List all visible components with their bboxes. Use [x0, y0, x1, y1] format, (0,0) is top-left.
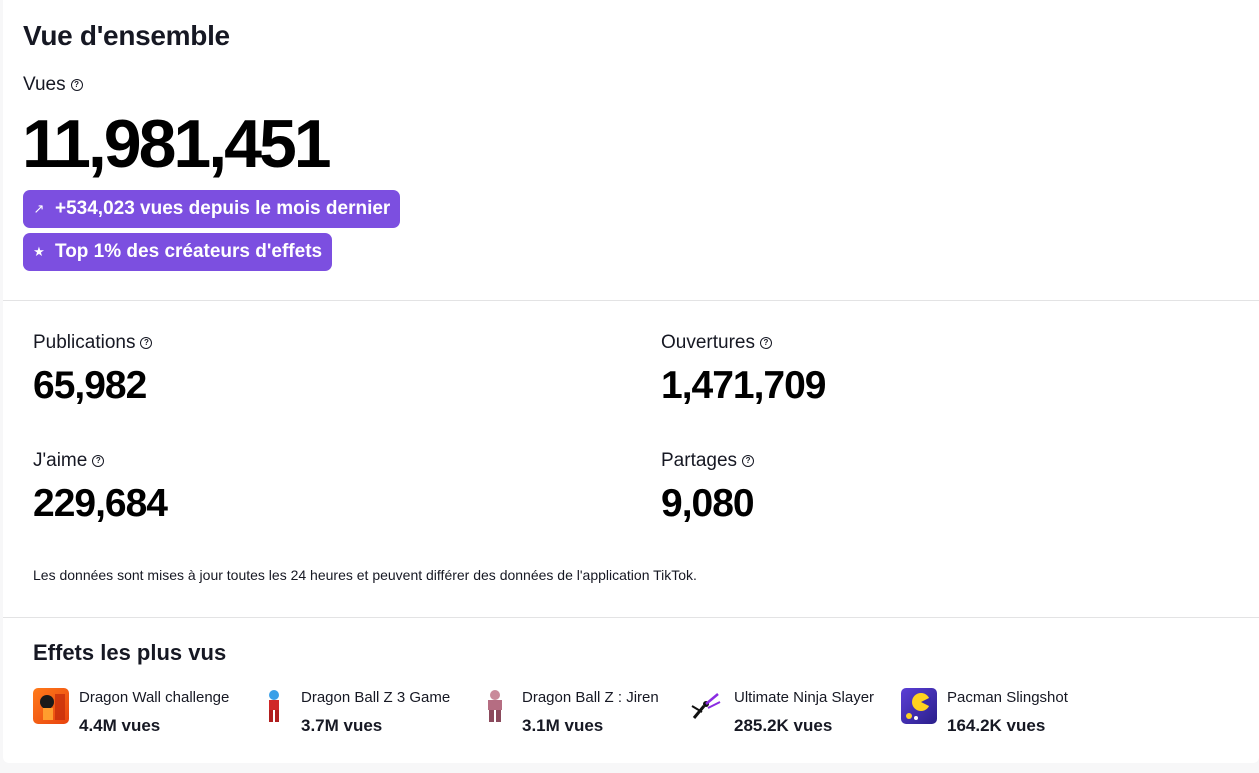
help-icon[interactable]: ? — [140, 337, 153, 349]
growth-badge: ↗ +534,023 vues depuis le mois dernier — [23, 190, 401, 228]
effect-views: 285.2K vues — [734, 716, 833, 735]
effect-name: Ultimate Ninja Slayer — [734, 689, 875, 706]
effect-views: 164.2K vues — [947, 716, 1046, 735]
top-effects-title: Effets les plus vus — [33, 640, 227, 665]
rank-badge-text: Top 1% des créateurs d'effets — [55, 241, 323, 262]
page-title: Vue d'ensemble — [23, 20, 230, 51]
overview-card: Vue d'ensemble Vues ? 11,981,451 ↗ +534,… — [3, 0, 1259, 763]
growth-badge-text: +534,023 vues depuis le mois dernier — [55, 198, 391, 219]
effect-name: Dragon Ball Z 3 Game — [301, 689, 451, 706]
help-icon[interactable]: ? — [92, 455, 105, 467]
top-effects-list: Dragon Wall challenge 4.4M vues Dragon B… — [33, 688, 1101, 736]
stat-value: 229,684 — [33, 482, 168, 525]
help-icon[interactable]: ? — [70, 79, 83, 91]
views-label-row: Vues ? — [23, 74, 83, 96]
stat-value: 65,982 — [33, 364, 147, 407]
effect-name: Dragon Wall challenge — [79, 689, 230, 706]
effect-thumbnail — [478, 688, 512, 724]
help-icon[interactable]: ? — [742, 455, 755, 467]
effect-views: 4.4M vues — [79, 716, 161, 735]
effect-item[interactable]: Pacman Slingshot 164.2K vues — [901, 688, 1101, 736]
effect-thumbnail — [901, 688, 937, 724]
stat-publications: Publications ? 65,982 — [33, 332, 153, 408]
stat-value: 1,471,709 — [661, 364, 827, 407]
effect-item[interactable]: Ultimate Ninja Slayer 285.2K vues — [688, 688, 901, 736]
data-disclaimer: Les données sont mises à jour toutes les… — [33, 567, 697, 583]
stat-label: Publications — [33, 332, 136, 353]
effect-views: 3.1M vues — [522, 716, 604, 735]
star-icon: ★ — [33, 244, 45, 259]
stat-opens: Ouvertures ? 1,471,709 — [661, 332, 827, 408]
stat-label: J'aime — [33, 450, 88, 471]
effect-name: Pacman Slingshot — [947, 689, 1068, 706]
divider — [3, 617, 1259, 618]
stat-value: 9,080 — [661, 482, 755, 525]
overview-section: Vue d'ensemble — [23, 20, 230, 52]
stat-label: Ouvertures — [661, 332, 755, 353]
effect-item[interactable]: Dragon Ball Z : Jiren 3.1M vues — [478, 688, 688, 736]
arrow-up-right-icon: ↗ — [33, 201, 45, 216]
stat-likes: J'aime ? 229,684 — [33, 450, 168, 526]
effect-item[interactable]: Dragon Wall challenge 4.4M vues — [33, 688, 257, 736]
divider — [3, 300, 1259, 301]
effect-thumbnail — [33, 688, 69, 724]
effect-thumbnail — [688, 688, 724, 724]
effect-views: 3.7M vues — [301, 716, 383, 735]
views-label: Vues — [23, 74, 66, 95]
rank-badge: ★ Top 1% des créateurs d'effets — [23, 233, 333, 271]
effect-thumbnail — [257, 688, 291, 724]
views-total: 11,981,451 — [22, 106, 332, 182]
effect-name: Dragon Ball Z : Jiren — [522, 689, 659, 706]
stat-label: Partages — [661, 450, 738, 471]
effect-item[interactable]: Dragon Ball Z 3 Game 3.7M vues — [257, 688, 478, 736]
help-icon[interactable]: ? — [759, 337, 772, 349]
stat-shares: Partages ? 9,080 — [661, 450, 755, 526]
